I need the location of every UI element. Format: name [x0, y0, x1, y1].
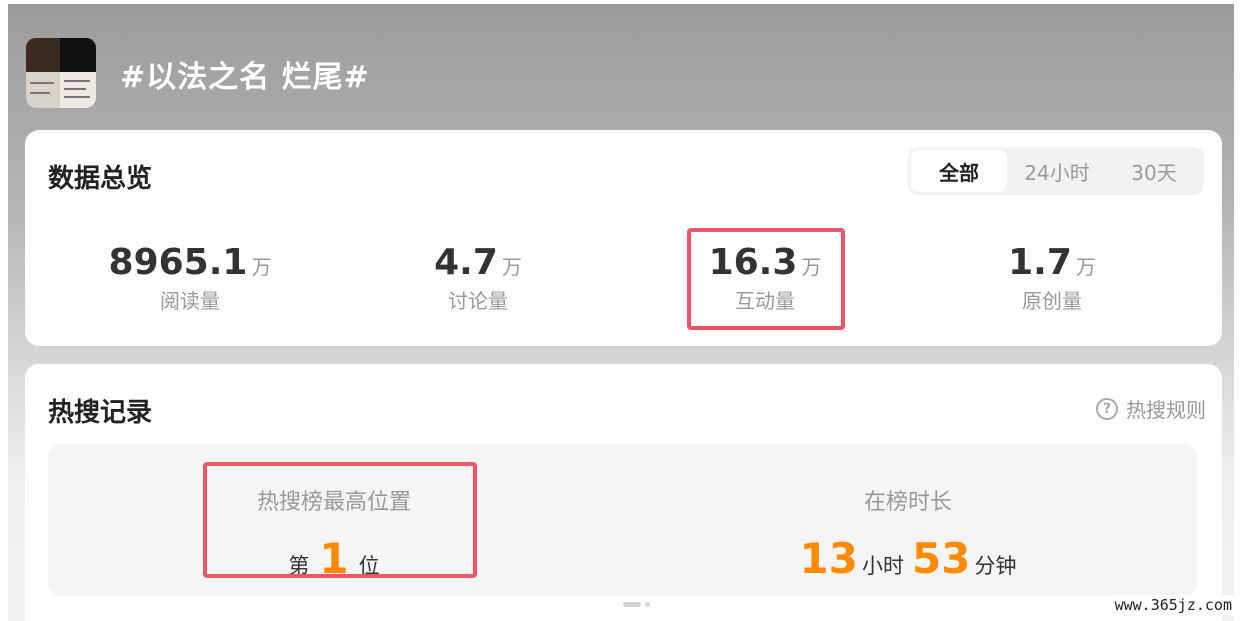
- watermark-text: www.365jz.com: [1110, 595, 1236, 615]
- data-overview-card: 数据总览 全部 24小时 30天 8965.1 万 阅读量 4.7 万 讨论量 …: [25, 130, 1222, 346]
- hot-search-rules-link[interactable]: ? 热搜规则: [1096, 394, 1206, 423]
- tab-all[interactable]: 全部: [911, 150, 1007, 192]
- hot-search-title: 热搜记录: [48, 398, 153, 428]
- stat-value: 4.7: [434, 242, 498, 283]
- help-circle-icon: ?: [1096, 397, 1118, 420]
- hot-search-panel: 热搜榜最高位置 第 1 位 在榜时长 13 小时 53 分钟: [48, 444, 1197, 596]
- tab-30d[interactable]: 30天: [1107, 150, 1201, 192]
- stat-discussions: 4.7 万 讨论量: [358, 242, 598, 314]
- stat-label: 原创量: [1022, 289, 1082, 313]
- tab-24h[interactable]: 24小时: [1007, 150, 1107, 192]
- stat-reads: 8965.1 万 阅读量: [70, 242, 310, 314]
- duration-minutes: 53: [912, 534, 971, 583]
- rules-label: 热搜规则: [1126, 398, 1206, 422]
- stat-original: 1.7 万 原创量: [932, 242, 1172, 314]
- duration-label: 在榜时长: [863, 490, 952, 515]
- stat-label: 阅读量: [160, 289, 220, 313]
- interactions-highlight-box: [687, 228, 845, 330]
- hot-search-card: 热搜记录 ? 热搜规则 热搜榜最高位置 第 1 位 在榜时长 13 小时 53: [25, 364, 1222, 621]
- carousel-dot: [645, 602, 650, 607]
- minutes-unit: 分钟: [974, 554, 1017, 578]
- hours-unit: 小时: [862, 554, 904, 578]
- stat-label: 讨论量: [448, 289, 508, 313]
- topic-title: #以法之名 烂尾#: [120, 60, 370, 95]
- topic-cover-image: [26, 38, 96, 108]
- stat-unit: 万: [1075, 255, 1096, 279]
- stat-unit: 万: [251, 255, 272, 279]
- topic-page: #以法之名 烂尾# 数据总览 全部 24小时 30天 8965.1 万 阅读量 …: [8, 4, 1234, 621]
- carousel-dot-active: [623, 602, 641, 607]
- duration-block: 在榜时长 13 小时 53 分钟: [708, 484, 1108, 583]
- stat-value: 8965.1: [108, 242, 248, 283]
- stat-unit: 万: [501, 255, 522, 279]
- time-range-tabs: 全部 24小时 30天: [908, 147, 1204, 195]
- duration-hours: 13: [799, 534, 858, 583]
- overview-title: 数据总览: [48, 164, 153, 194]
- carousel-dots: [623, 602, 650, 607]
- best-rank-highlight-box: [203, 462, 477, 578]
- stat-value: 1.7: [1008, 242, 1072, 283]
